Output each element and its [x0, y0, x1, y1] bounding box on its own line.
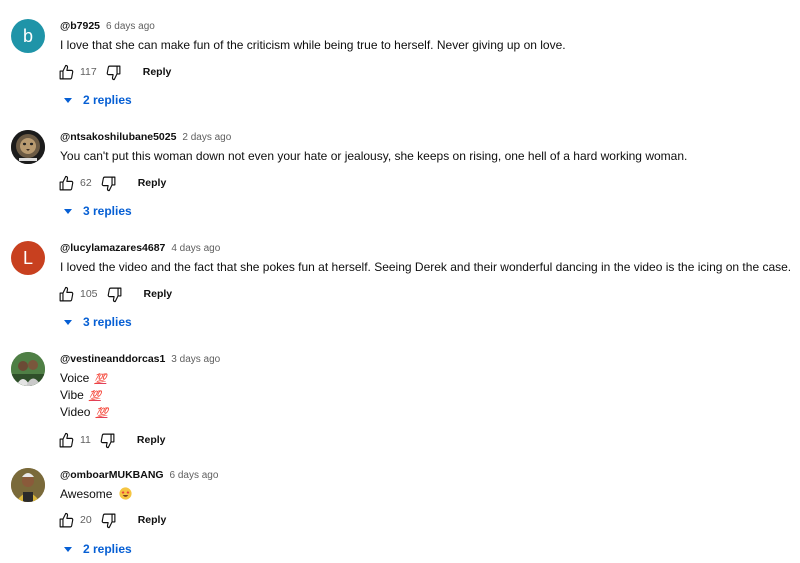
- reply-button[interactable]: Reply: [138, 514, 167, 526]
- lion-icon: [11, 130, 45, 164]
- thumbs-up-icon[interactable]: [57, 511, 75, 529]
- avatar-letter: b: [22, 25, 33, 46]
- comment-thread: @omboarMUKBANG 6 days ago Awesome 20 Rep…: [0, 468, 800, 563]
- person-icon: [11, 468, 45, 502]
- view-replies-button[interactable]: 3 replies: [64, 314, 132, 330]
- thumbs-down-icon[interactable]: [100, 511, 118, 529]
- view-replies-button[interactable]: 2 replies: [64, 92, 132, 108]
- thumbs-up-icon[interactable]: [57, 431, 75, 449]
- reply-button[interactable]: Reply: [138, 177, 167, 189]
- author-name[interactable]: @vestineanddorcas1: [60, 353, 165, 365]
- thumbs-down-icon[interactable]: [105, 63, 123, 81]
- hundred-points-emoji: 💯: [94, 374, 107, 385]
- comment-header: @ntsakoshilubane5025 2 days ago: [60, 130, 231, 145]
- replies-label: 3 replies: [83, 315, 132, 329]
- replies-label: 2 replies: [83, 93, 132, 107]
- like-count: 62: [80, 177, 92, 189]
- reply-button[interactable]: Reply: [144, 288, 173, 300]
- thumbs-down-icon[interactable]: [99, 431, 117, 449]
- comment-time[interactable]: 3 days ago: [171, 354, 220, 365]
- author-name[interactable]: @ntsakoshilubane5025: [60, 131, 176, 143]
- comment-time[interactable]: 6 days ago: [170, 470, 219, 481]
- person-photo-avatar[interactable]: [11, 468, 45, 502]
- star-struck-emoji-icon: [119, 487, 132, 500]
- comment-text: You can't put this woman down not even y…: [60, 149, 688, 163]
- comment-time[interactable]: 4 days ago: [171, 243, 220, 254]
- view-replies-button[interactable]: 3 replies: [64, 203, 132, 219]
- comment-text-line: Voice 💯: [60, 370, 107, 388]
- reply-button[interactable]: Reply: [137, 434, 166, 446]
- comment-header: @omboarMUKBANG 6 days ago: [60, 468, 218, 483]
- comment-actions: 62 Reply: [57, 174, 166, 192]
- thumbs-up-icon[interactable]: [57, 285, 75, 303]
- chevron-down-icon: [64, 208, 72, 214]
- hundred-points-emoji: 💯: [95, 408, 108, 419]
- reply-button[interactable]: Reply: [143, 66, 172, 78]
- comment-header: @b7925 6 days ago: [60, 19, 155, 34]
- chevron-down-icon: [64, 97, 72, 103]
- like-count: 11: [80, 434, 91, 446]
- comment-time[interactable]: 6 days ago: [106, 21, 155, 32]
- comment-time[interactable]: 2 days ago: [182, 132, 231, 143]
- thumbs-up-icon[interactable]: [57, 174, 75, 192]
- comment-thread: @vestineanddorcas1 3 days ago Voice 💯 Vib…: [0, 352, 800, 452]
- view-replies-button[interactable]: 2 replies: [64, 541, 132, 557]
- comment-actions: 105 Reply: [57, 285, 172, 303]
- line-text: Voice: [60, 371, 90, 385]
- thumbs-down-icon[interactable]: [106, 285, 124, 303]
- comment-actions: 11 Reply: [57, 431, 166, 449]
- people-photo-avatar[interactable]: [11, 352, 45, 386]
- author-name[interactable]: @omboarMUKBANG: [60, 469, 164, 481]
- replies-label: 3 replies: [83, 204, 132, 218]
- comment-header: @lucylamazares4687 4 days ago: [60, 241, 220, 256]
- comment-header: @vestineanddorcas1 3 days ago: [60, 352, 220, 367]
- line-text: Awesome: [60, 487, 113, 501]
- line-text: Video: [60, 405, 91, 419]
- replies-label: 2 replies: [83, 542, 132, 556]
- thumbs-up-icon[interactable]: [57, 63, 75, 81]
- chevron-down-icon: [64, 319, 72, 325]
- comment-text-line: Vibe 💯: [60, 387, 101, 405]
- like-count: 105: [80, 288, 98, 300]
- comment-actions: 117 Reply: [57, 63, 171, 81]
- author-name[interactable]: @b7925: [60, 20, 100, 32]
- comment-thread: @ntsakoshilubane5025 2 days ago You can'…: [0, 130, 800, 225]
- author-name[interactable]: @lucylamazares4687: [60, 242, 165, 254]
- comment-actions: 20 Reply: [57, 511, 166, 529]
- comments-section: b @b7925 6 days ago I love that she can …: [0, 0, 800, 563]
- comment-text-line: Awesome: [60, 486, 132, 502]
- hundred-points-emoji: 💯: [88, 391, 101, 402]
- lion-photo-avatar[interactable]: [11, 130, 45, 164]
- comment-text: I love that she can make fun of the crit…: [60, 38, 566, 52]
- thumbs-down-icon[interactable]: [100, 174, 118, 192]
- line-text: Vibe: [60, 388, 84, 402]
- like-count: 20: [80, 514, 92, 526]
- people-icon: [11, 352, 45, 386]
- comment-thread: b @b7925 6 days ago I love that she can …: [0, 19, 800, 114]
- avatar[interactable]: L: [11, 241, 45, 275]
- avatar[interactable]: b: [11, 19, 45, 53]
- comment-text-line: Video 💯: [60, 404, 108, 422]
- avatar-letter: L: [22, 247, 33, 268]
- comment-text: I loved the video and the fact that she …: [60, 260, 792, 274]
- comment-thread: L @lucylamazares4687 4 days ago I loved …: [0, 241, 800, 336]
- like-count: 117: [80, 66, 97, 78]
- chevron-down-icon: [64, 546, 72, 552]
